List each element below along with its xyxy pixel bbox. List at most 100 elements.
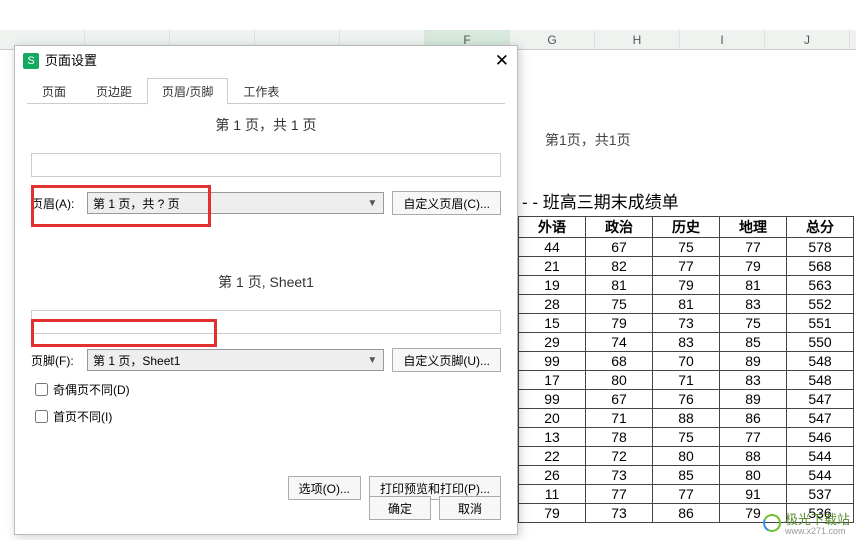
column-header[interactable]: I (680, 30, 765, 49)
close-icon[interactable]: ✕ (495, 46, 509, 76)
table-cell: 19 (519, 276, 586, 295)
table-row: 15797375551 (519, 314, 854, 333)
data-table-area: - - 班高三期末成绩单 外语政治历史地理总分44677577578218277… (518, 188, 856, 523)
table-cell: 77 (720, 428, 787, 447)
table-cell: 15 (519, 314, 586, 333)
footer-preview-box (31, 310, 501, 334)
table-cell: 81 (720, 276, 787, 295)
header-combo[interactable]: 第 1 页，共 ? 页 ▼ (87, 192, 384, 214)
table-cell: 11 (519, 485, 586, 504)
cancel-button[interactable]: 取消 (439, 496, 501, 520)
table-cell: 78 (586, 428, 653, 447)
table-cell: 546 (787, 428, 854, 447)
table-cell: 89 (720, 352, 787, 371)
options-button[interactable]: 选项(O)... (288, 476, 361, 500)
tab-worksheet[interactable]: 工作表 (228, 78, 294, 104)
odd-even-label: 奇偶页不同(D) (53, 381, 130, 398)
chevron-down-icon: ▼ (367, 198, 377, 209)
page-setup-dialog: S 页面设置 ✕ 页面 页边距 页眉/页脚 工作表 第 1 页，共 1 页 页眉… (14, 45, 518, 535)
table-cell: 28 (519, 295, 586, 314)
table-cell: 578 (787, 238, 854, 257)
table-cell: 29 (519, 333, 586, 352)
footer-combo-value: 第 1 页，Sheet1 (93, 352, 180, 369)
footer-row: 页脚(F): 第 1 页，Sheet1 ▼ 自定义页脚(U)... (31, 348, 501, 372)
header-row: 页眉(A): 第 1 页，共 ? 页 ▼ 自定义页眉(C)... (31, 191, 501, 215)
table-header-cell: 历史 (653, 217, 720, 238)
table-row: 19817981563 (519, 276, 854, 295)
first-page-checkbox-input[interactable] (35, 410, 48, 423)
table-row: 28758183552 (519, 295, 854, 314)
footer-label: 页脚(F): (31, 352, 87, 369)
odd-even-checkbox-input[interactable] (35, 383, 48, 396)
table-cell: 83 (720, 371, 787, 390)
table-cell: 82 (586, 257, 653, 276)
custom-header-button[interactable]: 自定义页眉(C)... (392, 191, 501, 215)
table-cell: 79 (653, 276, 720, 295)
dialog-actions: 确定 取消 (369, 496, 501, 520)
table-cell: 547 (787, 409, 854, 428)
table-cell: 75 (653, 428, 720, 447)
footer-combo[interactable]: 第 1 页，Sheet1 ▼ (87, 349, 384, 371)
table-cell: 85 (653, 466, 720, 485)
table-cell: 17 (519, 371, 586, 390)
table-cell: 73 (586, 504, 653, 523)
odd-even-different-checkbox[interactable]: 奇偶页不同(D) (31, 380, 501, 399)
watermark-sub: www.x271.com (785, 526, 850, 536)
custom-footer-button[interactable]: 自定义页脚(U)... (392, 348, 501, 372)
header-preview-text: 第 1 页，共 1 页 (31, 115, 501, 135)
table-cell: 551 (787, 314, 854, 333)
table-cell: 74 (586, 333, 653, 352)
table-cell: 550 (787, 333, 854, 352)
table-cell: 75 (653, 238, 720, 257)
table-row: 26738580544 (519, 466, 854, 485)
table-cell: 72 (586, 447, 653, 466)
tab-strip: 页面 页边距 页眉/页脚 工作表 (15, 78, 517, 104)
table-cell: 79 (519, 504, 586, 523)
table-row: 44677577578 (519, 238, 854, 257)
table-cell: 537 (787, 485, 854, 504)
table-header-cell: 地理 (720, 217, 787, 238)
table-cell: 22 (519, 447, 586, 466)
score-table: 外语政治历史地理总分446775775782182777956819817981… (518, 216, 854, 523)
table-cell: 89 (720, 390, 787, 409)
tab-page[interactable]: 页面 (27, 78, 81, 104)
watermark: 极光下载站 www.x271.com (763, 509, 850, 536)
table-cell: 79 (720, 257, 787, 276)
table-row: 22728088544 (519, 447, 854, 466)
table-cell: 544 (787, 466, 854, 485)
table-cell: 81 (586, 276, 653, 295)
table-cell: 71 (653, 371, 720, 390)
table-cell: 99 (519, 352, 586, 371)
table-cell: 86 (653, 504, 720, 523)
table-cell: 77 (720, 238, 787, 257)
table-cell: 568 (787, 257, 854, 276)
table-header-cell: 政治 (586, 217, 653, 238)
table-cell: 88 (720, 447, 787, 466)
table-cell: 552 (787, 295, 854, 314)
tab-margins[interactable]: 页边距 (81, 78, 147, 104)
table-cell: 81 (653, 295, 720, 314)
first-page-different-checkbox[interactable]: 首页不同(I) (31, 407, 501, 426)
table-cell: 75 (720, 314, 787, 333)
ok-button[interactable]: 确定 (369, 496, 431, 520)
table-row: 20718886547 (519, 409, 854, 428)
header-preview-box (31, 153, 501, 177)
header-combo-value: 第 1 页，共 ? 页 (93, 195, 180, 212)
table-cell: 44 (519, 238, 586, 257)
table-cell: 77 (586, 485, 653, 504)
tab-header-footer[interactable]: 页眉/页脚 (147, 78, 228, 105)
table-cell: 99 (519, 390, 586, 409)
table-cell: 86 (720, 409, 787, 428)
column-header[interactable]: H (595, 30, 680, 49)
table-header-cell: 外语 (519, 217, 586, 238)
table-cell: 83 (720, 295, 787, 314)
table-row: 99677689547 (519, 390, 854, 409)
table-cell: 91 (720, 485, 787, 504)
table-row: 11777791537 (519, 485, 854, 504)
column-header[interactable]: G (510, 30, 595, 49)
dialog-title-text: 页面设置 (45, 46, 97, 76)
table-cell: 80 (586, 371, 653, 390)
table-cell: 67 (586, 238, 653, 257)
column-header[interactable]: J (765, 30, 850, 49)
table-cell: 80 (653, 447, 720, 466)
